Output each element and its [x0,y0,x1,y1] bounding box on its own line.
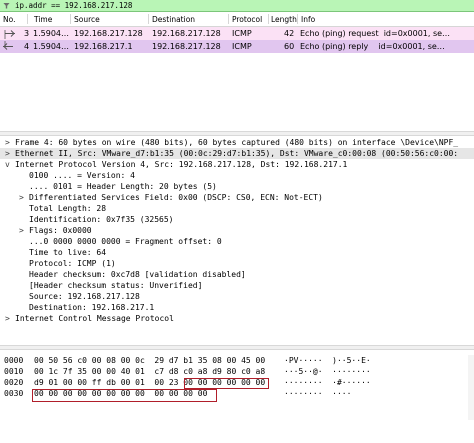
pane-splitter[interactable] [0,345,474,350]
packet-details: > Frame 4: 60 bytes on wire (480 bits), … [0,137,474,343]
expand-arrow-icon[interactable]: > [5,313,10,324]
tree-item-frame[interactable]: > Frame 4: 60 bytes on wire (480 bits), … [0,137,474,148]
bytes-hex: 00 50 56 c0 00 08 00 0c 29 d7 b1 35 08 0… [34,356,266,365]
col-length-header[interactable]: Length [271,15,297,24]
collapse-arrow-icon[interactable]: v [5,159,10,170]
packet-protocol: ICMP [232,42,252,51]
packet-info: Echo (ping) request id=0x0001, se… [300,29,451,38]
packet-destination: 192.168.217.128 [152,42,221,51]
tree-item-identification[interactable]: Identification: 0x7f35 (32565) [0,214,474,225]
padding-highlight-box [184,378,269,389]
bytes-ascii: ···5··@· ········ [284,367,371,376]
col-info-header[interactable]: Info [301,15,315,24]
expand-arrow-icon[interactable]: > [19,225,24,236]
tree-item-protocol[interactable]: Protocol: ICMP (1) [0,258,474,269]
tree-item-ethernet[interactable]: > Ethernet II, Src: VMware_d7:b1:35 (00:… [0,148,474,159]
tree-item-total-length[interactable]: Total Length: 28 [0,203,474,214]
reply-arrow-icon [3,41,13,50]
col-time-header[interactable]: Time [34,15,52,24]
packet-row[interactable]: 3 1.5904… 192.168.217.128 192.168.217.12… [0,27,474,40]
packet-destination: 192.168.217.128 [152,29,221,38]
tree-item-checksum-status[interactable]: [Header checksum status: Unverified] [0,280,474,291]
display-filter-input[interactable]: ip.addr == 192.168.217.128 [15,1,132,10]
bytes-ascii: ·PV····· )··5··E· [284,356,371,365]
expand-arrow-icon[interactable]: > [5,148,10,159]
bytes-row[interactable]: 0000 00 50 56 c0 00 08 00 0c 29 d7 b1 35… [0,355,474,366]
packet-list: No. Time Source Destination Protocol Len… [0,12,474,142]
bytes-hex: 00 1c 7f 35 00 00 40 01 c7 d8 c0 a8 d9 8… [34,367,266,376]
packet-protocol: ICMP [232,29,252,38]
bytes-ascii: ········ ·#······ [284,378,371,387]
packet-row[interactable]: 4 1.5904… 192.168.217.1 192.168.217.128 … [0,40,474,53]
bytes-offset: 0030 [4,389,24,398]
tree-item-ipv4[interactable]: v Internet Protocol Version 4, Src: 192.… [0,159,474,170]
tree-item-fragment-offset[interactable]: ...0 0000 0000 0000 = Fragment offset: 0 [0,236,474,247]
tree-item-checksum[interactable]: Header checksum: 0xc7d8 [validation disa… [0,269,474,280]
col-source-header[interactable]: Source [74,15,100,24]
bytes-offset: 0010 [4,367,24,376]
packet-time: 1.5904… [33,29,69,38]
bytes-offset: 0000 [4,356,24,365]
packet-list-header: No. Time Source Destination Protocol Len… [0,12,474,27]
tree-item-dsfield[interactable]: > Differentiated Services Field: 0x00 (D… [0,192,474,203]
tree-item-destination[interactable]: Destination: 192.168.217.1 [0,302,474,313]
packet-length: 60 [284,42,295,51]
tree-item-icmp[interactable]: > Internet Control Message Protocol [0,313,474,324]
packet-length: 42 [284,29,295,38]
packet-no: 4 [24,42,30,51]
tree-item-ttl[interactable]: Time to live: 64 [0,247,474,258]
tree-item-source[interactable]: Source: 192.168.217.128 [0,291,474,302]
filter-clear-area [462,1,472,11]
expand-arrow-icon[interactable]: > [19,192,24,203]
col-destination-header[interactable]: Destination [152,15,195,24]
vertical-scrollbar[interactable] [468,355,474,420]
display-filter-bar[interactable]: ip.addr == 192.168.217.128 [0,0,474,12]
packet-no: 3 [24,29,30,38]
bytes-offset: 0020 [4,378,24,387]
col-no-header[interactable]: No. [3,15,15,24]
packet-source: 192.168.217.128 [74,29,143,38]
filter-icon [2,1,12,11]
packet-time: 1.5904… [33,42,69,51]
bytes-ascii: ········ ···· [284,389,352,398]
pane-splitter[interactable] [0,131,474,136]
tree-item-header-length[interactable]: .... 0101 = Header Length: 20 bytes (5) [0,181,474,192]
request-arrow-icon [4,30,15,39]
tree-item-version[interactable]: 0100 .... = Version: 4 [0,170,474,181]
packet-info: Echo (ping) reply id=0x0001, se… [300,42,445,51]
tree-item-flags[interactable]: > Flags: 0x0000 [0,225,474,236]
bytes-row[interactable]: 0010 00 1c 7f 35 00 00 40 01 c7 d8 c0 a8… [0,366,474,377]
col-protocol-header[interactable]: Protocol [232,15,262,24]
padding-highlight-box [32,389,217,402]
packet-source: 192.168.217.1 [74,42,133,51]
expand-arrow-icon[interactable]: > [5,137,10,148]
